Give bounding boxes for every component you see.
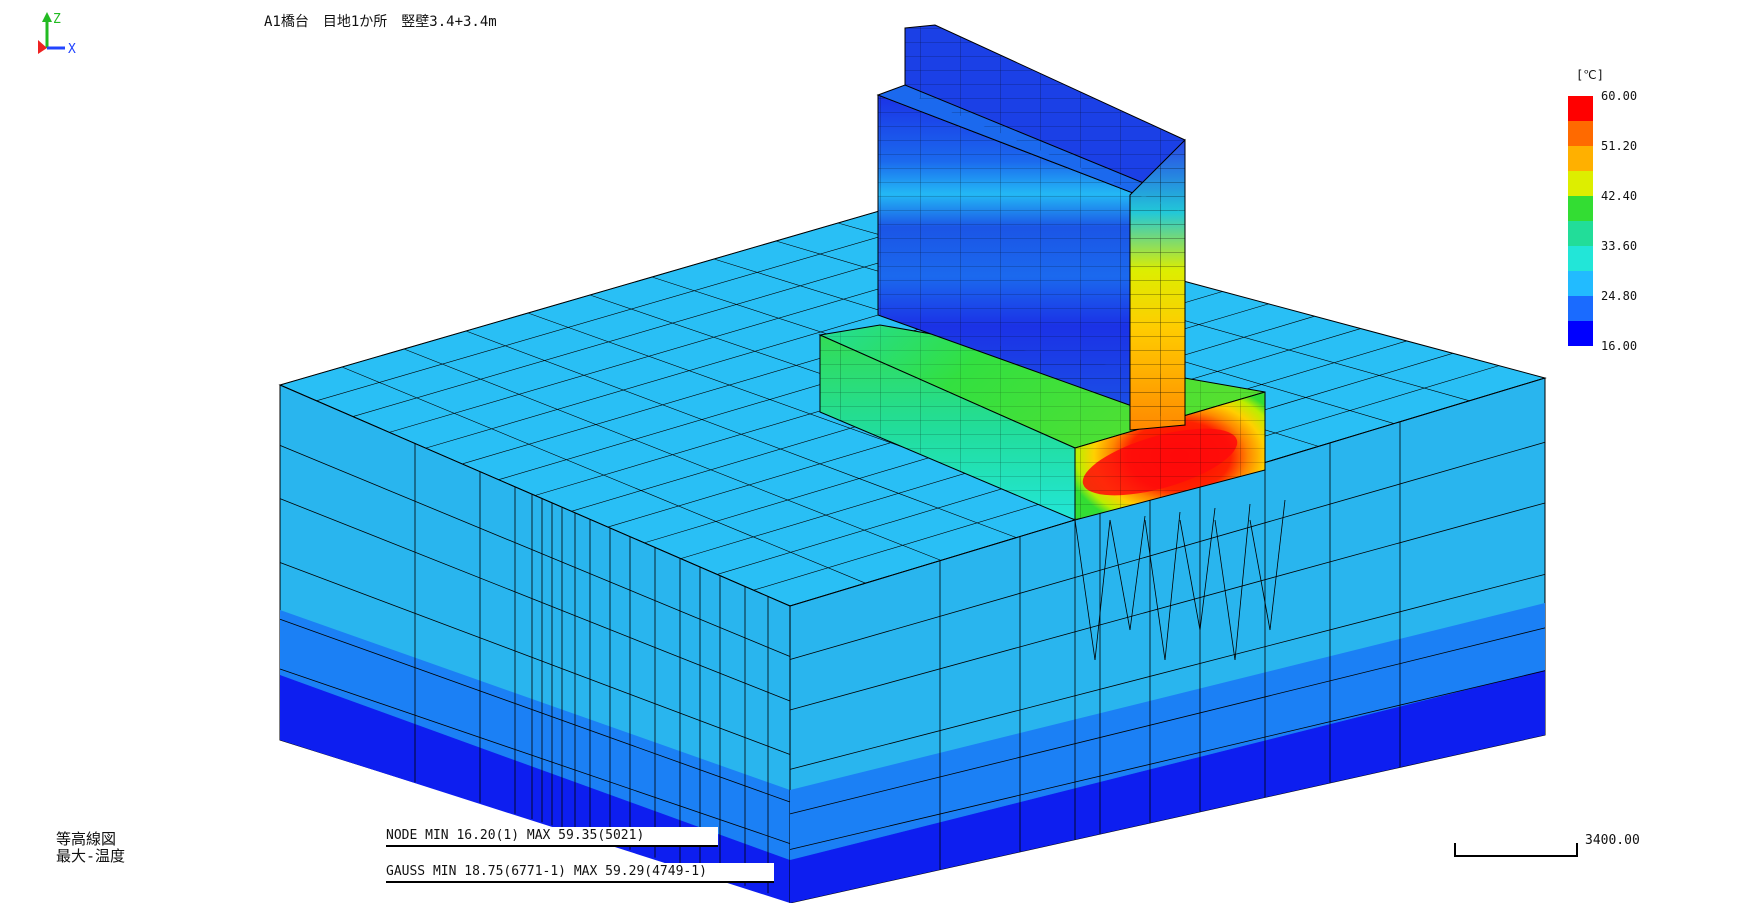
scale-bar <box>1454 843 1578 857</box>
plot-title: A1橋台 目地1か所 竪壁3.4+3.4m <box>264 14 497 30</box>
legend-swatch <box>1568 296 1593 321</box>
legend-swatch <box>1568 146 1593 171</box>
legend-swatch <box>1568 121 1593 146</box>
plot-type-line2: 最大-温度 <box>56 847 126 865</box>
gauss-stats: GAUSS MIN 18.75(6771-1) MAX 59.29(4749-1… <box>386 864 707 879</box>
legend-swatch <box>1568 271 1593 296</box>
node-stats: NODE MIN 16.20(1) MAX 59.35(5021) <box>386 828 645 843</box>
legend-tick-label: 51.20 <box>1601 139 1638 153</box>
legend-unit: [℃] <box>1576 68 1604 82</box>
legend-swatch <box>1568 171 1593 196</box>
legend-tick-label: 16.00 <box>1601 339 1638 353</box>
thermal-contour-scene <box>38 12 1578 903</box>
axis-z-label: Z <box>53 12 61 27</box>
axis-x-label: X <box>68 42 76 57</box>
legend-tick-label: 60.00 <box>1601 89 1638 103</box>
legend-swatch <box>1568 196 1593 221</box>
legend-swatch <box>1568 96 1593 121</box>
legend-tick-label: 42.40 <box>1601 189 1638 203</box>
scale-bar-value: 3400.00 <box>1585 833 1640 848</box>
legend-swatch <box>1568 321 1593 346</box>
legend-tick-label: 33.60 <box>1601 239 1638 253</box>
legend-tick-label: 24.80 <box>1601 289 1638 303</box>
legend-swatch <box>1568 221 1593 246</box>
legend-swatch <box>1568 246 1593 271</box>
